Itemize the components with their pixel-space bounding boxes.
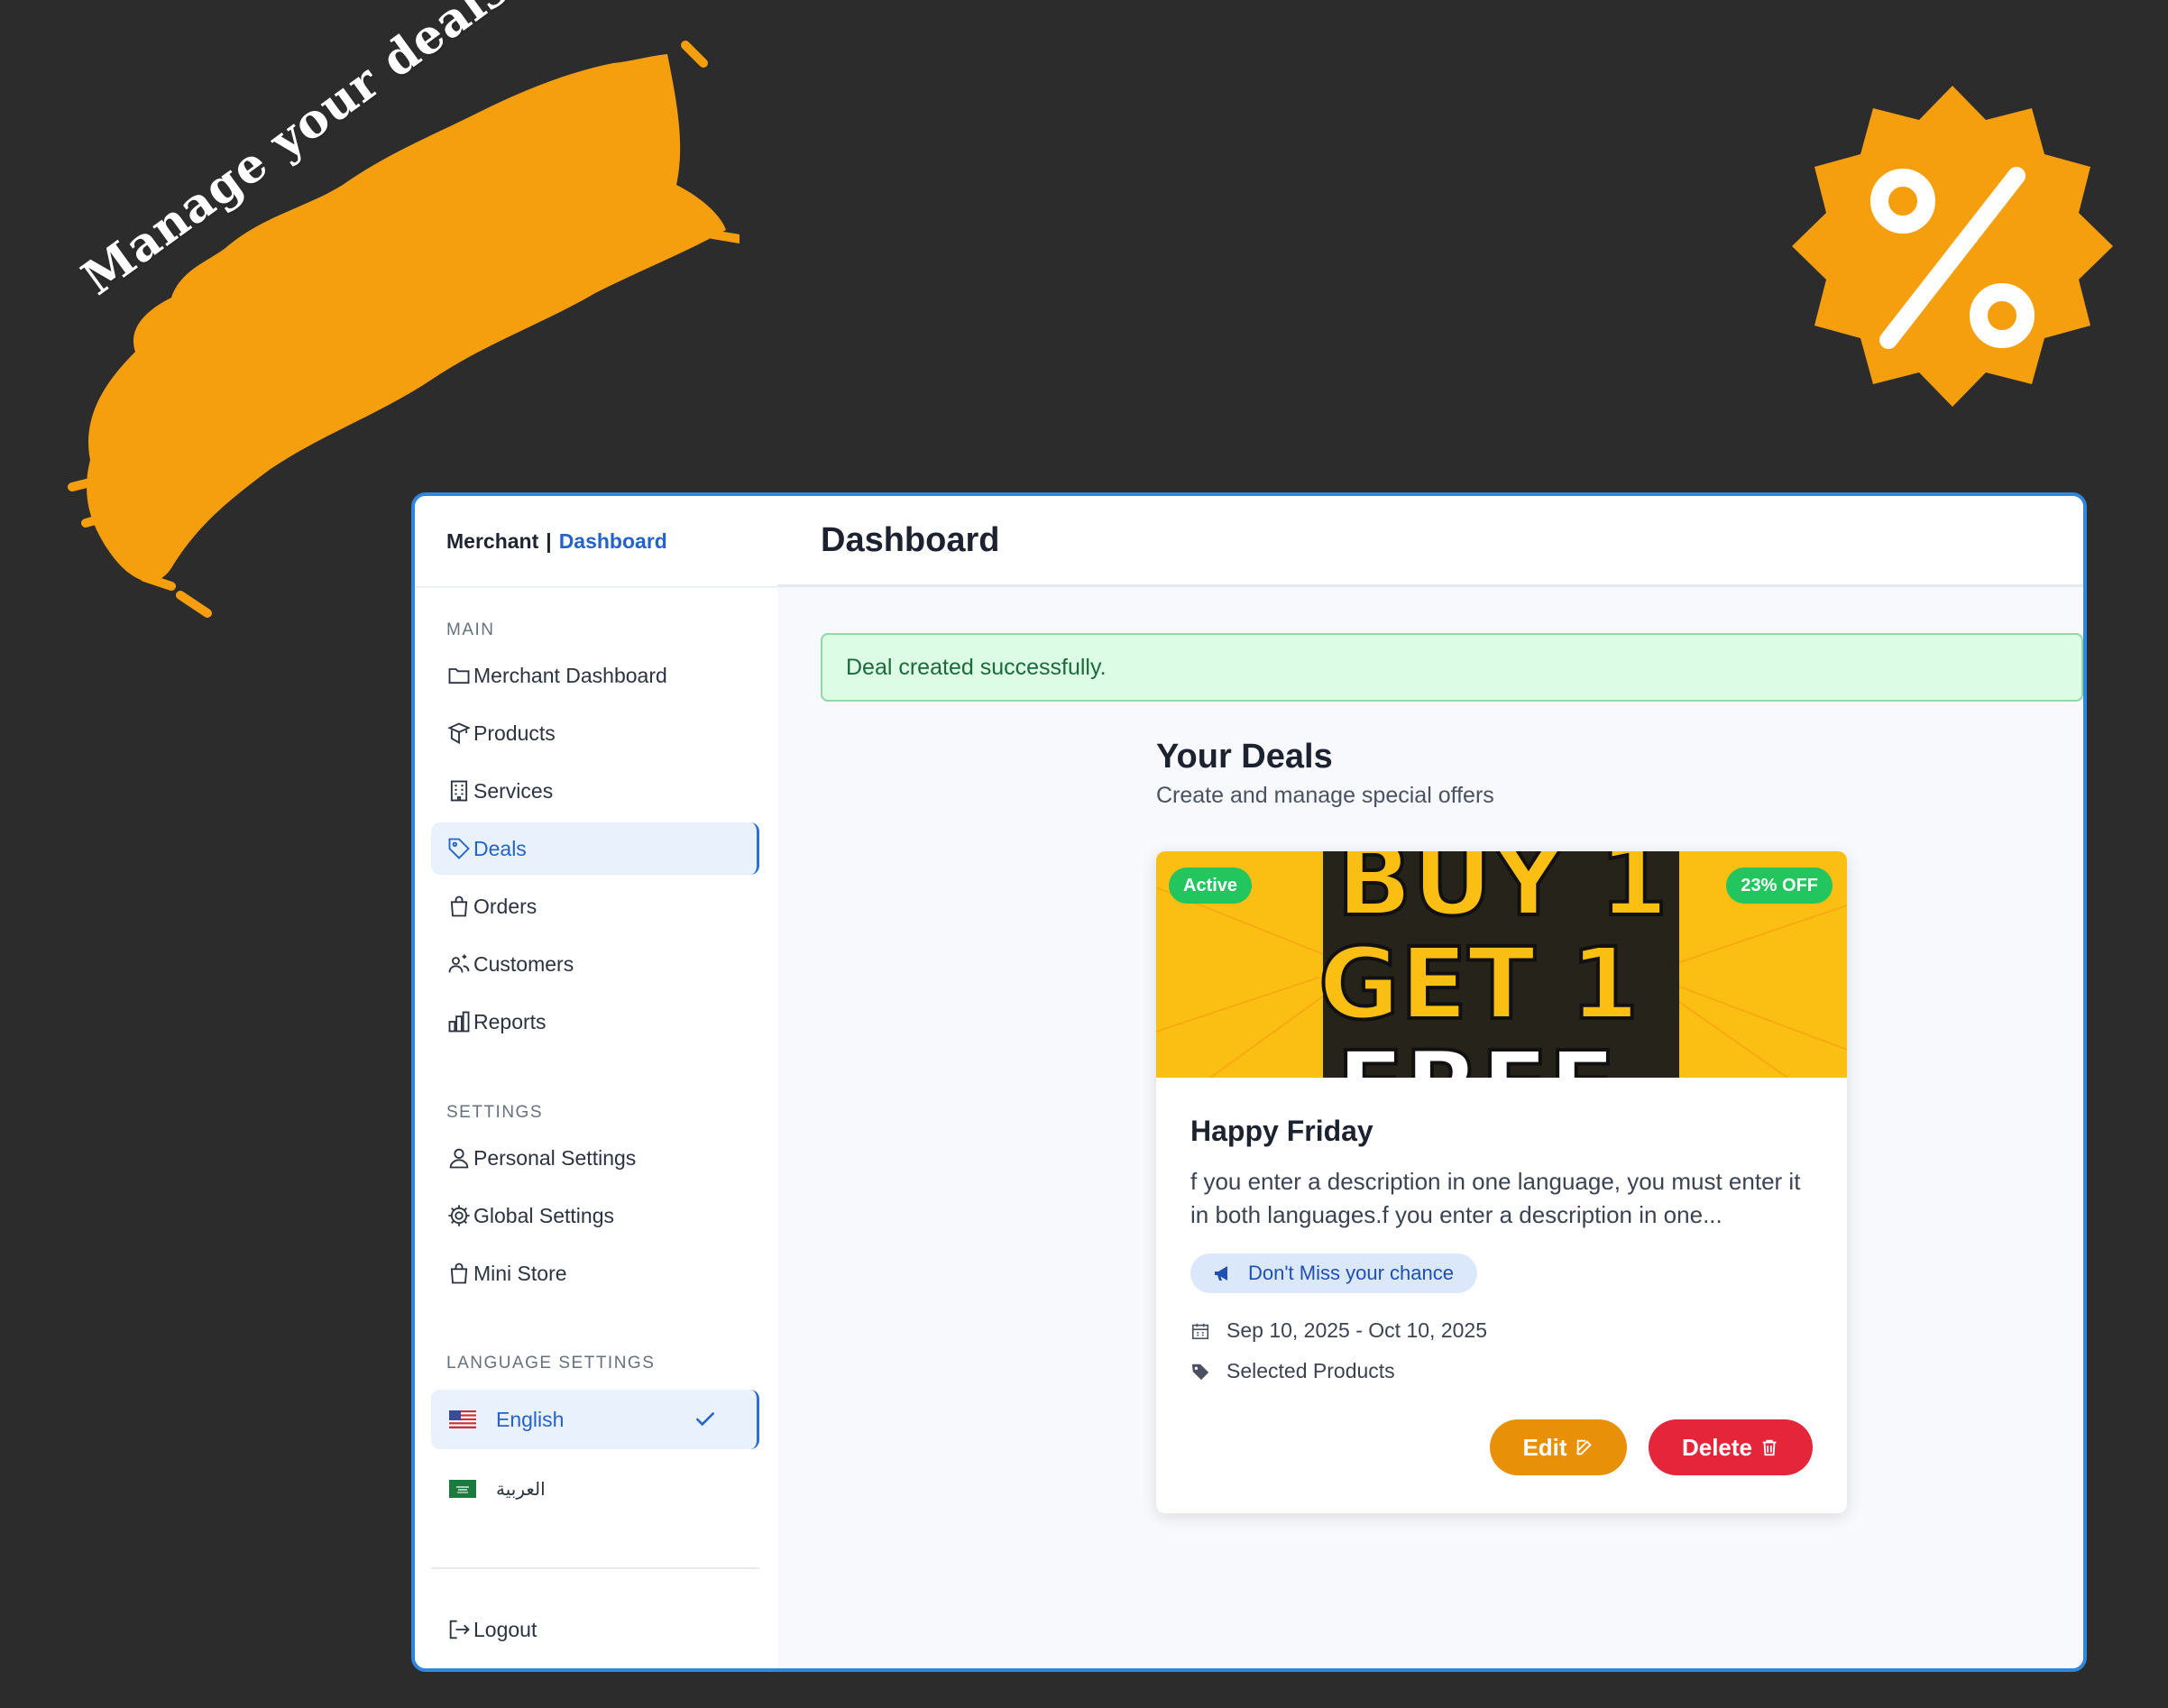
- brand-section[interactable]: Dashboard: [559, 529, 667, 554]
- edit-button-label: Edit: [1522, 1433, 1567, 1461]
- us-flag-icon: [449, 1410, 476, 1428]
- megaphone-icon: [1215, 1266, 1227, 1281]
- edit-icon: [1576, 1439, 1592, 1455]
- sidebar-brand: Merchant | Dashboard: [415, 496, 777, 588]
- users-icon: [448, 954, 470, 973]
- sidebar-item-orders[interactable]: Orders: [431, 880, 759, 932]
- trash-icon: [1762, 1439, 1777, 1456]
- deal-dates: Sep 10, 2025 - Oct 10, 2025: [1190, 1318, 1487, 1343]
- sidebar-item-mini-store[interactable]: Mini Store: [431, 1247, 759, 1299]
- sidebar-item-deals[interactable]: Deals: [431, 822, 759, 875]
- gear-icon: [448, 1205, 470, 1226]
- language-label: العربية: [496, 1479, 546, 1500]
- building-icon: [450, 780, 468, 802]
- sidebar-item-label: Personal Settings: [473, 1145, 637, 1170]
- section-label-main: MAIN: [446, 620, 495, 639]
- tag-icon: [1191, 1364, 1209, 1380]
- status-badge: Active: [1169, 868, 1253, 904]
- logout-button[interactable]: Logout: [431, 1603, 759, 1656]
- sidebar-item-personal-settings[interactable]: Personal Settings: [431, 1132, 759, 1184]
- sidebar-item-label: Reports: [473, 1009, 547, 1033]
- sidebar-item-label: Mini Store: [473, 1261, 567, 1285]
- deal-image-text-line2: GET 1: [1318, 926, 1639, 1042]
- delete-button[interactable]: Delete: [1649, 1419, 1813, 1475]
- tag-icon: [448, 838, 470, 859]
- deal-image-text-line1: BUY 1: [1337, 851, 1668, 938]
- sidebar-item-reports[interactable]: Reports: [431, 996, 759, 1048]
- user-icon: [449, 1148, 469, 1169]
- bag-icon: [450, 895, 468, 917]
- language-option-arabic[interactable]: العربية: [431, 1459, 759, 1519]
- language-label: English: [496, 1407, 565, 1431]
- deal-description: f you enter a description in one languag…: [1190, 1168, 1801, 1228]
- deals-title: Your Deals: [1156, 738, 1333, 776]
- sa-flag-icon: [449, 1480, 476, 1498]
- logout-icon: [449, 1620, 470, 1639]
- section-label-language: LANGUAGE SETTINGS: [446, 1354, 656, 1373]
- success-alert: Deal created successfully.: [821, 633, 2083, 702]
- sidebar-item-merchant-dashboard[interactable]: Merchant Dashboard: [431, 649, 759, 702]
- box-icon: [447, 722, 471, 745]
- brand-separator: |: [546, 528, 552, 553]
- language-option-english[interactable]: English: [431, 1390, 759, 1449]
- deal-card[interactable]: BUY 1 GET 1 FREE Active 23% OFF Happy Fr…: [1156, 851, 1847, 1513]
- deal-applies-to: Selected Products: [1190, 1359, 1395, 1383]
- deal-image-text-line3: FREE: [1337, 1030, 1616, 1078]
- deal-name: Happy Friday: [1190, 1115, 1373, 1147]
- deal-tagline-text: Don't Miss your chance: [1248, 1262, 1454, 1284]
- percent-icon: [1792, 86, 2113, 407]
- bar-chart-icon: [448, 1011, 470, 1033]
- discount-badge: 23% OFF: [1726, 868, 1833, 904]
- page-title: Dashboard: [777, 496, 2083, 587]
- logout-label: Logout: [473, 1617, 537, 1641]
- app-window: Merchant | Dashboard MAIN Merchant Dashb…: [411, 492, 2087, 1672]
- deal-applies-to-text: Selected Products: [1226, 1359, 1395, 1382]
- folder-icon: [448, 668, 470, 684]
- edit-button[interactable]: Edit: [1490, 1419, 1627, 1475]
- sidebar-item-products[interactable]: Products: [431, 707, 759, 759]
- sidebar-item-global-settings[interactable]: Global Settings: [431, 1189, 759, 1242]
- sidebar-item-label: Merchant Dashboard: [473, 663, 667, 687]
- check-icon: [696, 1412, 714, 1427]
- sidebar-item-label: Services: [473, 778, 554, 803]
- bag-icon: [450, 1263, 468, 1284]
- sidebar-item-label: Orders: [473, 894, 537, 918]
- deal-tagline: Don't Miss your chance: [1190, 1253, 1477, 1293]
- sidebar-divider: [431, 1567, 759, 1569]
- main-content: Dashboard Deal created successfully. You…: [777, 496, 2083, 1668]
- sidebar-item-label: Customers: [473, 951, 574, 976]
- calendar-icon: [1191, 1323, 1209, 1339]
- sidebar-item-label: Global Settings: [473, 1203, 614, 1227]
- deals-subtitle: Create and manage special offers: [1156, 783, 1494, 808]
- sidebar-item-customers[interactable]: Customers: [431, 938, 759, 990]
- delete-button-label: Delete: [1681, 1433, 1753, 1461]
- brand-merchant: Merchant: [446, 528, 539, 553]
- alert-message: Deal created successfully.: [846, 654, 1107, 680]
- sidebar-item-services[interactable]: Services: [431, 765, 759, 817]
- sidebar-item-label: Products: [473, 721, 556, 745]
- sidebar-item-label: Deals: [473, 836, 527, 860]
- deal-dates-text: Sep 10, 2025 - Oct 10, 2025: [1226, 1318, 1487, 1342]
- section-label-settings: SETTINGS: [446, 1103, 544, 1122]
- sidebar: Merchant | Dashboard MAIN Merchant Dashb…: [415, 496, 779, 1668]
